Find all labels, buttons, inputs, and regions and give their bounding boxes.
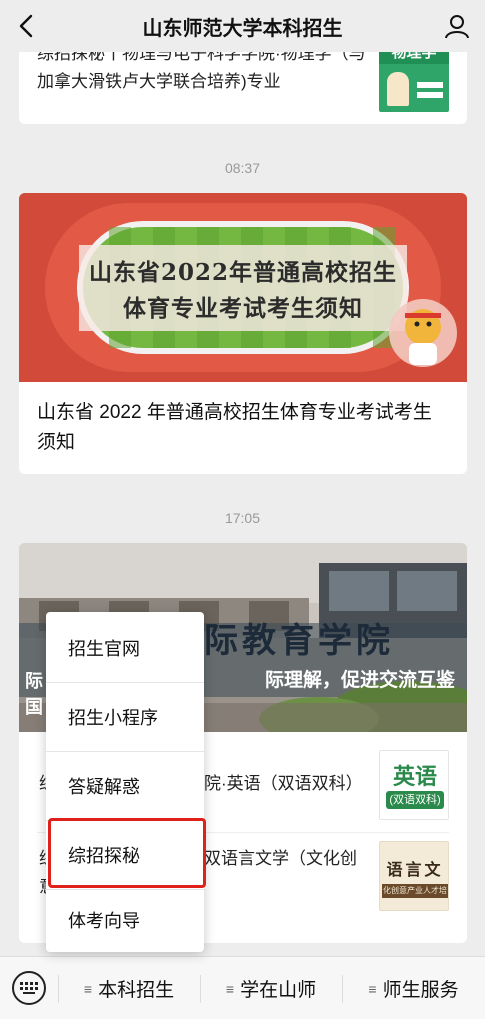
menu-icon: ≡ [83,980,93,997]
bottom-menu-label: 师生服务 [382,980,459,1001]
banner-fragment: 国 [25,697,43,717]
menu-item-faq[interactable]: 答疑解惑 [46,752,204,820]
profile-button[interactable] [441,10,473,42]
banner-headline-line2: 体育专业考试考生须知 [123,295,363,322]
list-item-text: 双语言文学（文化创 [204,849,357,868]
popup-menu: 招生官网 招生小程序 答疑解惑 综招探秘 体考向导 [46,612,204,952]
banner-fragment: 际 [25,671,43,691]
thumbnail-sub: (双语双科) [386,791,444,809]
bottom-menu-label: 学在山师 [240,980,317,1001]
thumbnail-main: 英语 [392,764,437,789]
article-thumbnail-chinese-literature: 语言文 化创意产业人才培 [379,841,449,911]
bottom-menu-undergrad-admission[interactable]: ≡ 本科招生 [58,957,200,1019]
menu-icon: ≡ [368,980,377,997]
menu-icon: ≡ [225,980,235,997]
keyboard-toggle-button[interactable] [12,971,46,1005]
timestamp: 17:05 [224,510,261,526]
article-banner-sport: 山东省2022年普通高校招生 体育专业考试考生须知 [19,193,467,382]
article-card-sport[interactable]: 山东省2022年普通高校招生 体育专业考试考生须知 山东省 2022 年普通高校… [19,193,467,474]
list-item-text: 院·英语（双语双科） [204,774,363,793]
menu-item-mini-program[interactable]: 招生小程序 [46,683,204,751]
article-thumbnail-english: 英语 (双语双科) [379,750,449,820]
top-navbar: 山东师范大学本科招生 [0,0,485,52]
bottom-menu-label: 本科招生 [98,980,175,1001]
back-button[interactable] [10,10,42,42]
running-track-illustration [19,193,467,382]
menu-item-comprehensive-admission[interactable]: 综招探秘 [46,821,204,889]
thumbnail-main: 语言文 [386,860,444,879]
banner-headline-line1: 山东省2022年普通高校招生 [88,259,397,286]
bottom-menu-services[interactable]: ≡ 师生服务 [342,957,485,1019]
banner-subtitle: 际理解，促进交流互鉴 [265,670,456,691]
thumbnail-sub: 化创意产业人才培 [382,884,448,898]
bottom-menu-bar: ≡ 本科招生 ≡ 学在山师 ≡ 师生服务 [0,956,485,1019]
keyboard-icon [20,982,38,994]
menu-item-official-site[interactable]: 招生官网 [46,614,204,682]
article-title-sport: 山东省 2022 年普通高校招生体育专业考试考生须知 [37,402,432,453]
banner-title: 际教育学院 [204,621,394,661]
chevron-left-icon [19,14,33,38]
page-title: 山东师范大学本科招生 [142,17,343,40]
user-profile-icon [445,15,469,39]
article-thumbnail-physics: 物理学 [379,42,449,112]
bottom-menu-study-at-sdnu[interactable]: ≡ 学在山师 [200,957,342,1019]
menu-item-sports-exam-guide[interactable]: 体考向导 [46,886,204,954]
timestamp: 08:37 [224,160,261,176]
